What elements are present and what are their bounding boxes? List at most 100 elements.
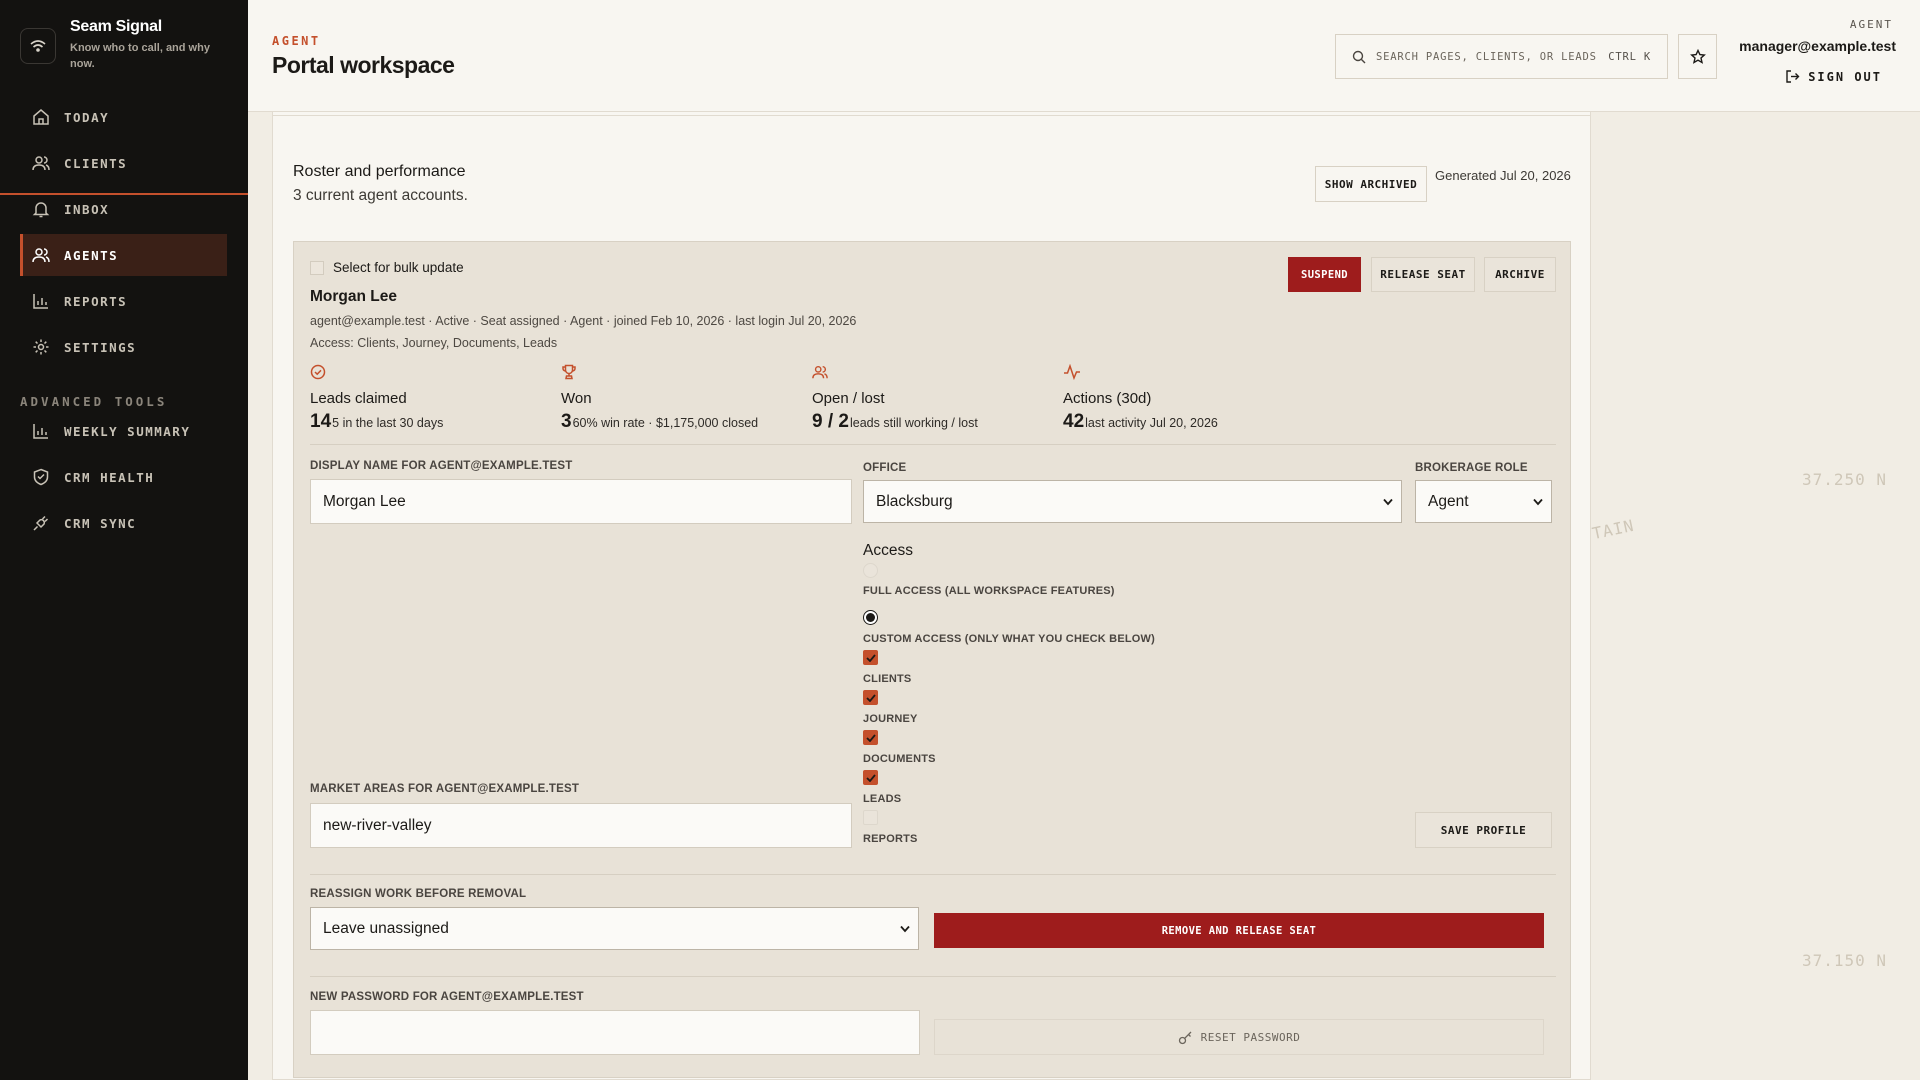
office-value: Blacksburg [876, 492, 953, 510]
sidebar-item-label: INBOX [64, 201, 110, 217]
stat-label: Won [561, 390, 592, 407]
clients-checkbox[interactable] [863, 650, 878, 665]
sidebar-item-weekly-summary[interactable]: WEEKLY SUMMARY [20, 410, 227, 452]
brokerage-role-select[interactable]: Agent [1415, 480, 1552, 523]
plug-icon [33, 515, 49, 531]
new-password-field[interactable] [310, 1010, 920, 1055]
map-coordinate-label: 37.150 N [1802, 951, 1888, 970]
leads-permission-label: LEADS [863, 793, 902, 805]
stat-detail: 60% win rate · $1,175,000 closed [572, 416, 759, 430]
check-icon [865, 693, 876, 702]
search-shortcut: CTRL K [1608, 50, 1651, 63]
divider [310, 444, 1556, 445]
search-icon [1352, 50, 1366, 63]
stat-open-lost: Open / lost 9 / 2 leads still working / l… [812, 364, 978, 433]
users-icon [812, 365, 828, 379]
release-seat-button[interactable]: RELEASE SEAT [1371, 257, 1475, 292]
stat-detail: 5 in the last 30 days [332, 416, 444, 430]
sidebar-item-crm-health[interactable]: CRM HEALTH [20, 456, 227, 498]
key-icon [1178, 1031, 1192, 1044]
sign-out-button[interactable]: SIGN OUT [1785, 69, 1882, 84]
check-icon [865, 773, 876, 782]
bulk-select[interactable]: Select for bulk update [310, 260, 464, 275]
sidebar-item-reports[interactable]: REPORTS [20, 280, 227, 322]
brand-name: Seam Signal [70, 18, 162, 35]
sign-out-icon [1786, 70, 1800, 83]
bell-icon [32, 202, 50, 218]
documents-checkbox[interactable] [863, 730, 878, 745]
agent-card: Select for bulk update SUSPEND RELEASE S… [293, 241, 1571, 1078]
show-archived-button[interactable]: SHOW ARCHIVED [1315, 166, 1427, 202]
favorite-button[interactable] [1678, 34, 1717, 79]
sidebar-item-crm-sync[interactable]: CRM SYNC [20, 502, 227, 544]
stat-label: Leads claimed [310, 390, 407, 407]
gear-icon [33, 339, 49, 355]
map-place-label: TAIN [1590, 515, 1637, 544]
full-access-radio[interactable] [863, 563, 878, 578]
journey-checkbox[interactable] [863, 690, 878, 705]
stat-label: Actions (30d) [1063, 390, 1152, 407]
clients-permission-label: CLIENTS [863, 673, 912, 685]
page-title: Portal workspace [272, 52, 455, 78]
agent-name: Morgan Lee [310, 288, 397, 305]
remove-release-seat-button[interactable]: REMOVE AND RELEASE SEAT [934, 913, 1544, 948]
sidebar-item-label: SETTINGS [64, 339, 137, 355]
bar-chart-icon [33, 424, 48, 439]
archive-button[interactable]: ARCHIVE [1484, 257, 1556, 292]
brand[interactable]: Seam Signal Know who to call, and why no… [20, 18, 220, 72]
activity-icon [1064, 363, 1080, 381]
roster-card: Roster and performance 3 current agent a… [272, 115, 1591, 1080]
leads-checkbox[interactable] [863, 770, 878, 785]
bulk-checkbox[interactable] [310, 260, 324, 275]
sign-out-label: SIGN OUT [1808, 69, 1882, 84]
wifi-icon [20, 28, 56, 64]
chevron-down-icon [1383, 498, 1393, 505]
section-title: Roster and performance [293, 163, 466, 180]
reports-permission-label: REPORTS [863, 833, 918, 845]
save-profile-button[interactable]: SAVE PROFILE [1415, 812, 1552, 848]
sidebar-item-settings[interactable]: SETTINGS [20, 326, 227, 368]
sidebar: Seam Signal Know who to call, and why no… [0, 0, 248, 1080]
display-name-label: DISPLAY NAME FOR AGENT@EXAMPLE.TEST [310, 460, 573, 472]
sidebar-item-agents[interactable]: AGENTS [20, 234, 227, 276]
section-subtitle: 3 current agent accounts. [293, 187, 468, 204]
sidebar-item-label: CRM SYNC [64, 515, 137, 531]
sidebar-item-label: CLIENTS [64, 155, 128, 171]
stat-value: 3 [561, 411, 572, 432]
stat-won: Won 3 60% win rate · $1,175,000 closed [561, 364, 758, 433]
generated-date: Generated Jul 20, 2026 [1435, 168, 1571, 183]
search-input[interactable]: SEARCH PAGES, CLIENTS, OR LEADS CTRL K [1335, 34, 1668, 79]
reassign-label: REASSIGN WORK BEFORE REMOVAL [310, 888, 527, 900]
journey-permission-label: JOURNEY [863, 713, 918, 725]
reports-checkbox[interactable] [863, 810, 878, 825]
market-areas-field[interactable]: new-river-valley [310, 803, 852, 848]
stat-value: 14 [310, 411, 332, 432]
sidebar-item-label: REPORTS [64, 293, 128, 309]
office-select[interactable]: Blacksburg [863, 480, 1402, 523]
stat-leads-claimed: Leads claimed 14 5 in the last 30 days [310, 364, 443, 433]
custom-access-radio[interactable] [863, 610, 878, 625]
chevron-down-icon [900, 925, 910, 932]
stat-value: 9 / 2 [812, 411, 849, 432]
check-circle-icon [310, 364, 326, 380]
brokerage-role-value: Agent [1428, 492, 1469, 510]
documents-permission-label: DOCUMENTS [863, 753, 936, 765]
stat-detail: last activity Jul 20, 2026 [1085, 416, 1218, 430]
map-coordinate-label: 37.250 N [1802, 470, 1888, 489]
star-icon [1689, 48, 1706, 64]
suspend-button[interactable]: SUSPEND [1288, 257, 1361, 292]
market-areas-label: MARKET AREAS FOR AGENT@EXAMPLE.TEST [310, 783, 580, 795]
reassign-select[interactable]: Leave unassigned [310, 907, 919, 950]
stat-detail: leads still working / lost [849, 416, 978, 430]
trophy-icon [562, 364, 576, 380]
display-name-field[interactable]: Morgan Lee [310, 479, 852, 524]
sidebar-item-inbox[interactable]: INBOX [20, 188, 227, 230]
new-password-label: NEW PASSWORD FOR AGENT@EXAMPLE.TEST [310, 991, 584, 1003]
reset-password-button[interactable]: RESET PASSWORD [934, 1019, 1544, 1055]
sidebar-item-today[interactable]: TODAY [20, 96, 227, 138]
user-role: AGENT [1849, 18, 1893, 31]
bulk-label: Select for bulk update [333, 260, 464, 275]
sidebar-item-clients[interactable]: CLIENTS [20, 142, 227, 184]
reset-password-label: RESET PASSWORD [1200, 1030, 1301, 1044]
sidebar-item-label: AGENTS [64, 247, 119, 263]
